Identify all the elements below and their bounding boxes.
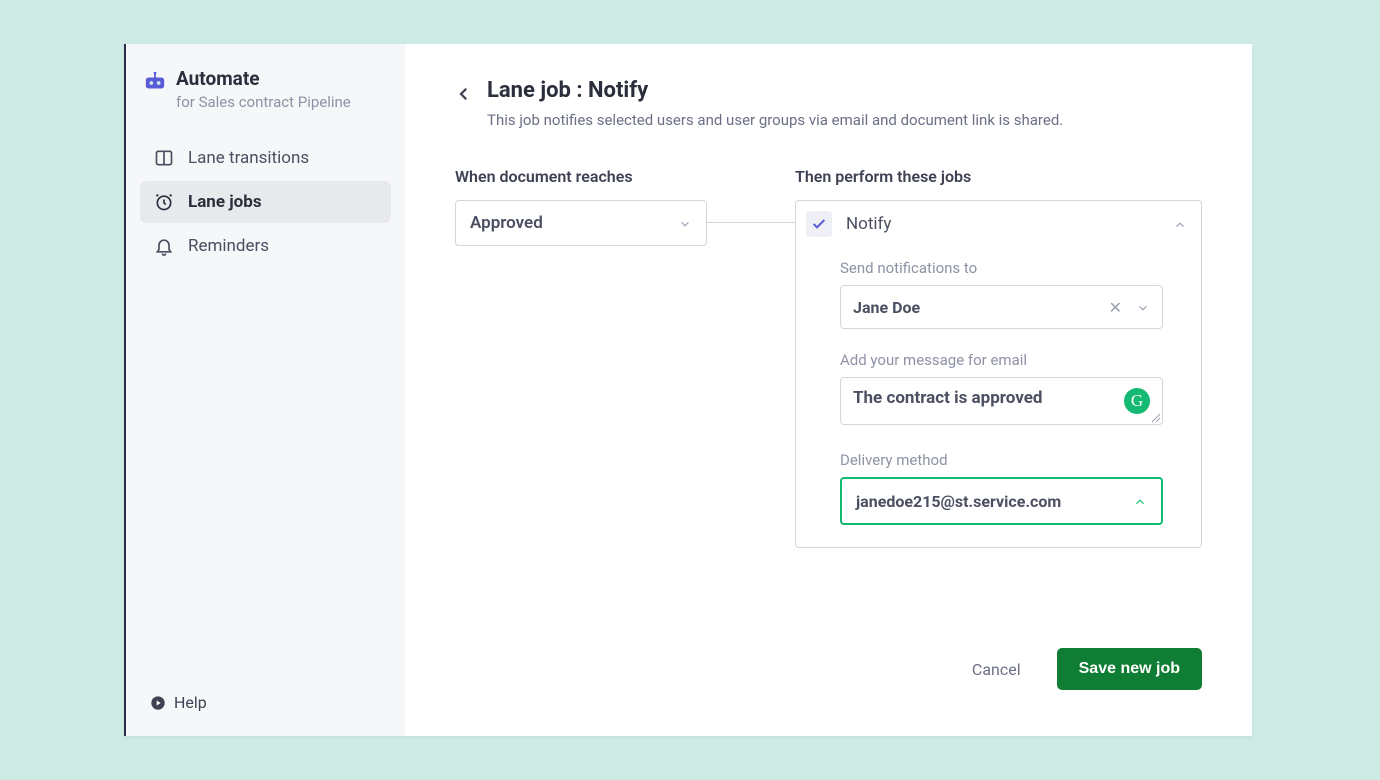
resize-handle[interactable] xyxy=(1151,413,1161,423)
clock-icon xyxy=(154,192,174,212)
flow-row: When document reaches Approved Then perf… xyxy=(455,167,1202,548)
then-label: Then perform these jobs xyxy=(795,167,1202,186)
clear-recipient-button[interactable]: ✕ xyxy=(1109,298,1122,317)
job-header[interactable]: Notify xyxy=(796,201,1201,247)
chevron-up-icon xyxy=(1133,494,1147,508)
job-body: Send notifications to Jane Doe ✕ Add you… xyxy=(796,247,1201,547)
message-label: Add your message for email xyxy=(840,351,1163,369)
job-card-notify: Notify Send notifications to Jane Doe ✕ xyxy=(795,200,1202,548)
robot-icon xyxy=(144,72,166,90)
flow-connector xyxy=(707,222,795,223)
delivery-label: Delivery method xyxy=(840,451,1163,469)
page-subtitle: This job notifies selected users and use… xyxy=(487,111,1063,129)
grammarly-icon[interactable]: G xyxy=(1124,388,1150,414)
save-new-job-button[interactable]: Save new job xyxy=(1057,648,1202,690)
play-circle-icon xyxy=(150,695,166,711)
check-icon xyxy=(806,211,832,237)
sidebar-item-reminders[interactable]: Reminders xyxy=(140,225,391,267)
columns-icon xyxy=(154,148,174,168)
cancel-button[interactable]: Cancel xyxy=(972,660,1021,679)
sidebar: Automate for Sales contract Pipeline Lan… xyxy=(126,44,405,736)
recipient-name: Jane Doe xyxy=(853,298,920,317)
sidebar-item-lane-jobs[interactable]: Lane jobs xyxy=(140,181,391,223)
brand: Automate for Sales contract Pipeline xyxy=(140,68,391,111)
brand-subtitle: for Sales contract Pipeline xyxy=(176,93,351,111)
delivery-select[interactable]: janedoe215@st.service.com xyxy=(840,477,1163,525)
main-panel: Lane job : Notify This job notifies sele… xyxy=(405,44,1252,736)
jobs-column: Then perform these jobs Notify Send noti… xyxy=(795,167,1202,548)
chevron-up-icon xyxy=(1173,217,1187,231)
recipients-select[interactable]: Jane Doe ✕ xyxy=(840,285,1163,329)
recipients-label: Send notifications to xyxy=(840,259,1163,277)
footer-actions: Cancel Save new job xyxy=(972,648,1202,690)
help-label: Help xyxy=(174,693,207,712)
sidebar-item-lane-transitions[interactable]: Lane transitions xyxy=(140,137,391,179)
job-name: Notify xyxy=(846,214,1173,234)
brand-title: Automate xyxy=(176,68,351,91)
sidebar-item-label: Reminders xyxy=(188,236,269,256)
back-button[interactable] xyxy=(455,85,473,103)
message-textarea[interactable]: The contract is approved G xyxy=(840,377,1163,425)
sidebar-item-label: Lane transitions xyxy=(188,148,309,168)
sidebar-item-label: Lane jobs xyxy=(188,192,262,212)
message-value: The contract is approved xyxy=(853,388,1042,408)
page-header: Lane job : Notify This job notifies sele… xyxy=(455,78,1202,129)
chevron-down-icon xyxy=(1136,300,1150,314)
help-link[interactable]: Help xyxy=(150,693,207,712)
when-label: When document reaches xyxy=(455,167,707,186)
when-value: Approved xyxy=(470,213,543,233)
bell-icon xyxy=(154,236,174,256)
brand-text: Automate for Sales contract Pipeline xyxy=(176,68,351,111)
app-window: Automate for Sales contract Pipeline Lan… xyxy=(124,44,1252,736)
page-title: Lane job : Notify xyxy=(487,78,1063,103)
delivery-value: janedoe215@st.service.com xyxy=(856,492,1061,511)
chevron-down-icon xyxy=(678,216,692,230)
when-column: When document reaches Approved xyxy=(455,167,707,246)
when-select[interactable]: Approved xyxy=(455,200,707,246)
